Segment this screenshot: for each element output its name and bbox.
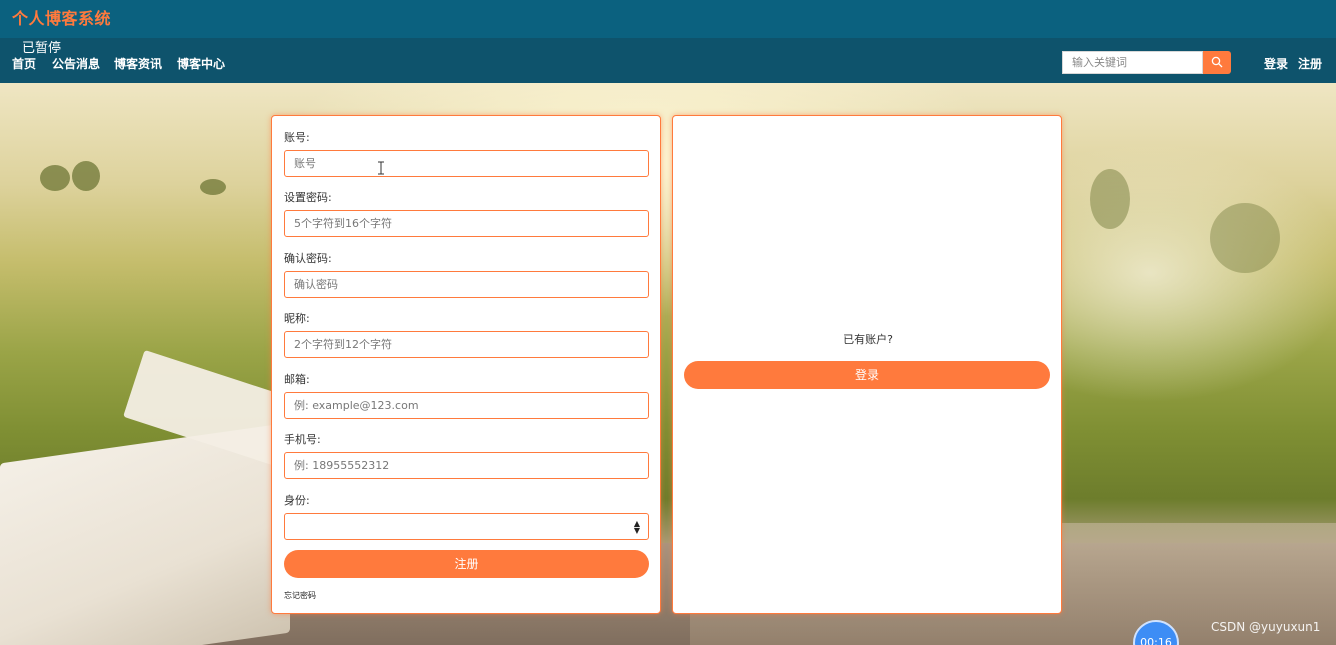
nav-item-announcements[interactable]: 公告消息	[52, 55, 100, 72]
confirm-password-label: 确认密码:	[284, 252, 332, 265]
nav-item-blog-news[interactable]: 博客资讯	[114, 55, 162, 72]
nav-item-blog-center[interactable]: 博客中心	[177, 55, 225, 72]
nickname-label: 昵称:	[284, 312, 310, 325]
have-account-text: 已有账户?	[843, 333, 893, 346]
watermark-text: CSDN @yuyuxun1	[1211, 620, 1321, 634]
search-button[interactable]	[1203, 51, 1231, 74]
paused-indicator: 已暂停	[22, 41, 62, 56]
register-submit-button[interactable]: 注册	[284, 550, 649, 578]
tree-decoration	[1210, 203, 1280, 273]
phone-label: 手机号:	[284, 433, 321, 446]
login-link[interactable]: 登录	[1264, 55, 1288, 72]
text-cursor-icon	[378, 161, 384, 175]
role-select[interactable]: ▲ ▼	[284, 513, 649, 540]
tree-decoration	[40, 165, 70, 191]
main-nav-bar: 已暂停 首页 公告消息 博客资讯 博客中心 登录 注册	[0, 38, 1336, 83]
password-label: 设置密码:	[284, 191, 332, 204]
account-label: 账号:	[284, 131, 310, 144]
top-brand-bar: 个人博客系统	[0, 0, 1336, 38]
password-input[interactable]	[284, 210, 649, 237]
search-input[interactable]	[1062, 51, 1203, 74]
tree-decoration	[200, 179, 226, 195]
forgot-password-link[interactable]: 忘记密码	[284, 590, 316, 601]
nickname-input[interactable]	[284, 331, 649, 358]
email-label: 邮箱:	[284, 373, 310, 386]
register-form-card: 账号: 设置密码: 确认密码: 昵称: 邮箱: 手机号: 身份: ▲▼ 注册 忘…	[271, 115, 661, 614]
login-panel-card: 已有账户? 登录	[672, 115, 1062, 614]
select-arrows-icon: ▲ ▼	[633, 519, 640, 535]
search-icon	[1211, 56, 1223, 68]
account-input[interactable]	[284, 150, 649, 177]
tree-decoration	[72, 161, 100, 191]
site-title[interactable]: 个人博客系统	[12, 5, 111, 29]
email-input[interactable]	[284, 392, 649, 419]
role-label: 身份:	[284, 494, 310, 507]
confirm-password-input[interactable]	[284, 271, 649, 298]
nav-item-home[interactable]: 首页	[12, 55, 36, 72]
tree-decoration	[1090, 169, 1130, 229]
login-button[interactable]: 登录	[684, 361, 1050, 389]
register-link[interactable]: 注册	[1298, 55, 1322, 72]
phone-input[interactable]	[284, 452, 649, 479]
background-scene-image	[0, 83, 1336, 645]
